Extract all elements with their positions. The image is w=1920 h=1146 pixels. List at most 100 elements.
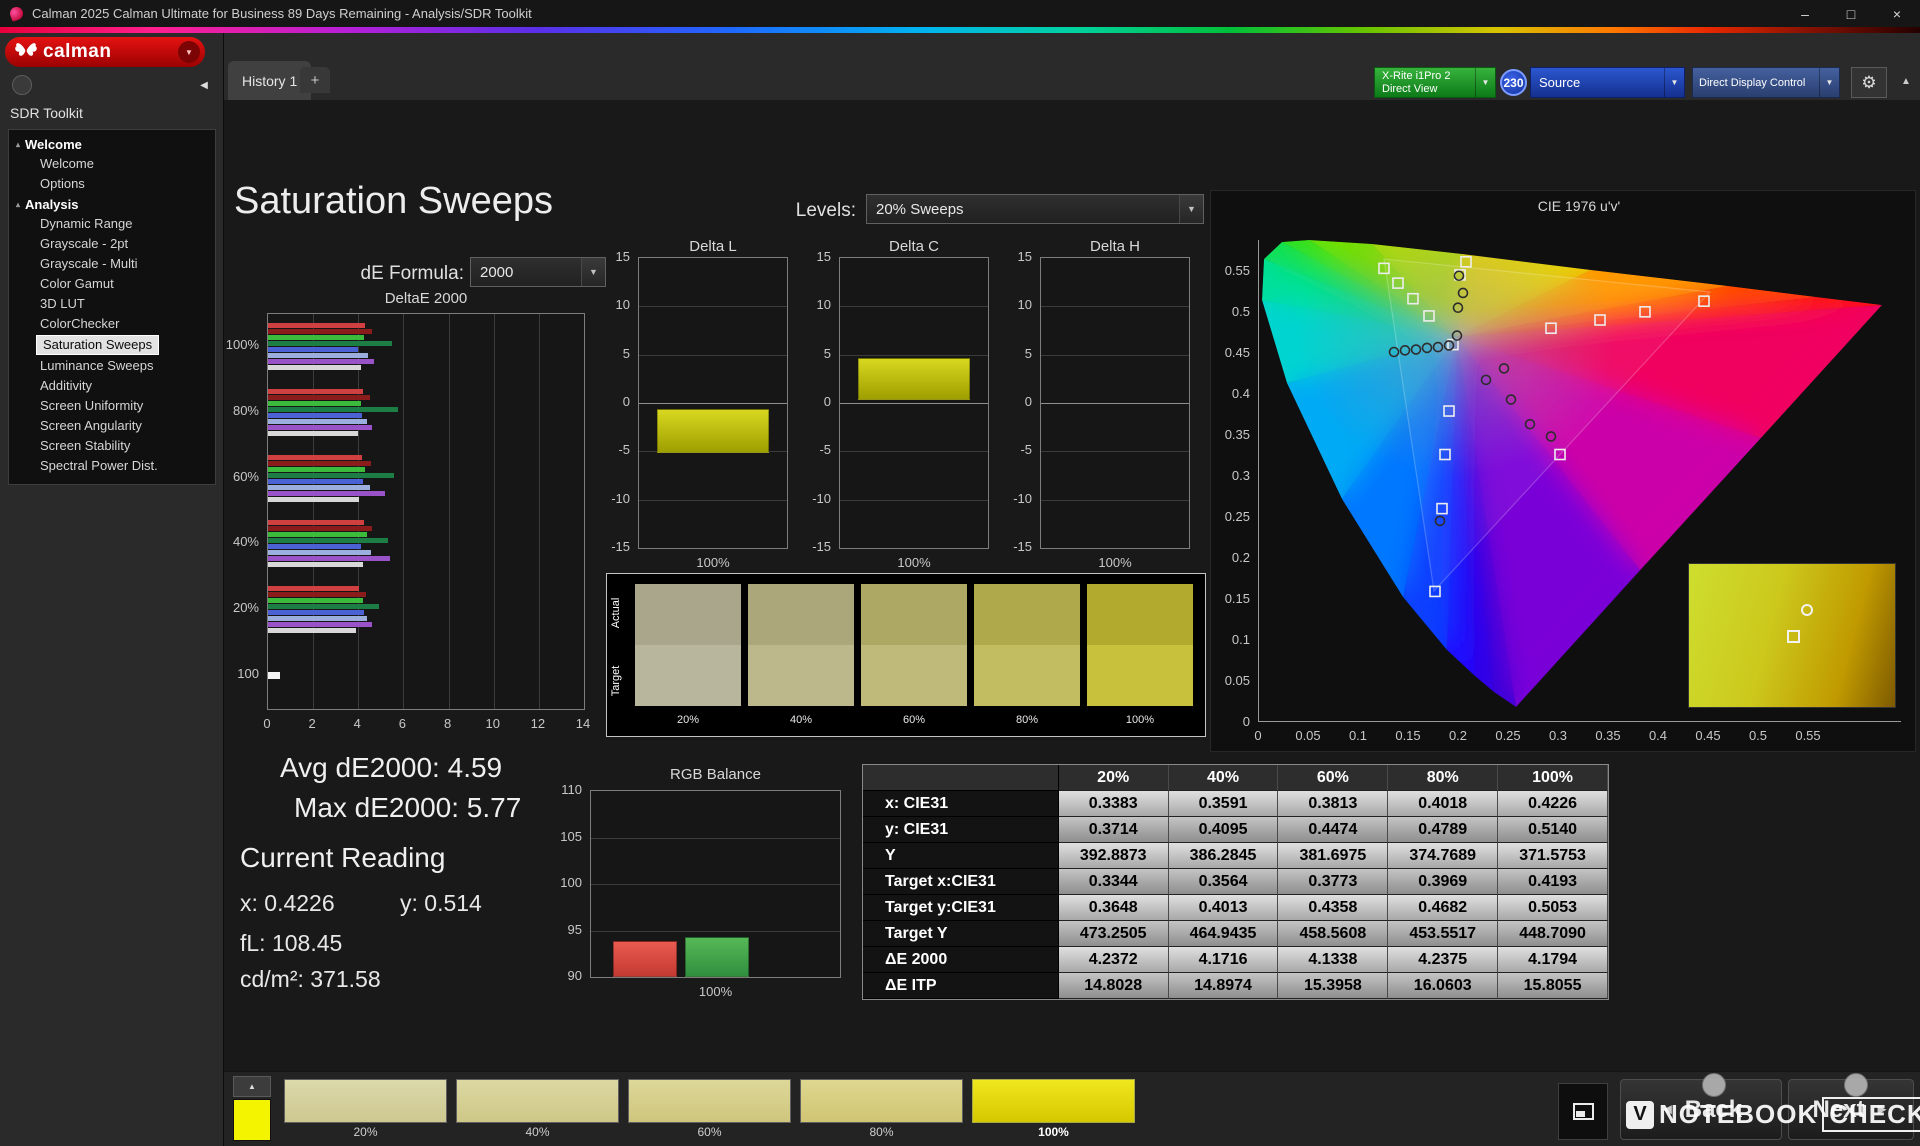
sidebar-item-saturation-sweeps[interactable]: Saturation Sweeps	[36, 335, 160, 355]
delta-l-xlabel: 100%	[696, 555, 730, 570]
level-button-100[interactable]: 100%	[972, 1079, 1135, 1139]
sidebar-item-3d-lut[interactable]: 3D LUT	[9, 294, 215, 314]
meter-dropdown[interactable]: X-Rite i1Pro 2 Direct View ▼	[1374, 67, 1496, 98]
chevron-down-icon: ▼	[1475, 68, 1495, 97]
bar	[268, 532, 368, 538]
sidebar-item-screen-uniformity[interactable]: Screen Uniformity	[9, 396, 215, 416]
level-selector: 20% 40% 60% 80% 100%	[284, 1079, 1135, 1139]
table-corner-cell	[863, 765, 1059, 791]
sidebar-item-screen-stability[interactable]: Screen Stability	[9, 436, 215, 456]
current-reading-cd: cd/m²: 371.58	[240, 966, 381, 992]
axis-tick-label: 0.45	[1695, 728, 1721, 743]
gridline	[840, 403, 988, 404]
table-cell: 16.0603	[1388, 973, 1499, 999]
actual-swatch	[1087, 584, 1193, 645]
tree-group-label[interactable]: ▴ Welcome	[9, 134, 215, 154]
delta-c-xlabel: 100%	[897, 555, 931, 570]
delta-l-title: Delta L	[689, 238, 737, 255]
gridline	[840, 499, 988, 501]
bar	[268, 586, 360, 592]
maximize-button[interactable]: □	[1828, 0, 1874, 27]
table-cell: 0.3591	[1168, 791, 1279, 817]
settings-button[interactable]: ⚙	[1851, 67, 1887, 98]
sidebar-item-options[interactable]: Options	[9, 174, 215, 194]
display-control-dropdown[interactable]: Direct Display Control ▼	[1692, 67, 1840, 98]
calman-logo-button[interactable]: calman ▼	[5, 37, 205, 67]
logo-menu-button[interactable]: ▼	[178, 41, 200, 63]
watermark-text-2: CHECK	[1822, 1097, 1920, 1132]
tab-history-1[interactable]: History 1	[228, 61, 312, 100]
level-label: 60%	[697, 1125, 722, 1139]
levels-dropdown[interactable]: 20% Sweeps ▼	[866, 194, 1204, 224]
level-swatch	[628, 1079, 791, 1123]
actual-swatch	[861, 584, 967, 645]
chevron-down-icon: ▼	[1664, 68, 1684, 97]
table-cell: 0.5140	[1498, 817, 1608, 843]
table-cell: 0.3813	[1278, 791, 1389, 817]
rgb-xlabel: 100%	[698, 984, 733, 999]
sidebar-item-welcome[interactable]: Welcome	[9, 154, 215, 174]
sidebar-collapse-button[interactable]: ◀	[195, 76, 213, 94]
gridline	[448, 314, 450, 709]
sidebar-item-colorchecker[interactable]: ColorChecker	[9, 314, 215, 334]
bar	[268, 328, 372, 334]
level-button-60[interactable]: 60%	[628, 1079, 791, 1139]
axis-tick-label: 8	[443, 716, 452, 731]
de-formula-dropdown[interactable]: 2000 ▼	[470, 257, 606, 287]
level-button-20[interactable]: 20%	[284, 1079, 447, 1139]
sidebar-item-spectral-power-dist[interactable]: Spectral Power Dist.	[9, 456, 215, 476]
minimize-button[interactable]: –	[1782, 0, 1828, 27]
info-button[interactable]	[12, 75, 32, 95]
level-button-40[interactable]: 40%	[456, 1079, 619, 1139]
bar	[268, 610, 364, 616]
window-controls: – □ ×	[1782, 0, 1920, 27]
axis-tick-label: 12	[530, 716, 546, 731]
titlebar: Calman 2025 Calman Ultimate for Business…	[0, 0, 1920, 27]
table-row: Y 392.8873 386.2845 381.6975 374.7689 371.575…	[863, 843, 1608, 869]
delta-c-plot	[839, 257, 989, 549]
table-cell: 4.1794	[1498, 947, 1608, 973]
add-tab-button[interactable]: +	[300, 67, 330, 93]
sidebar-item-luminance-sweeps[interactable]: Luminance Sweeps	[9, 356, 215, 376]
table-row: x: CIE31 0.3383 0.3591 0.3813 0.4018 0.4226	[863, 791, 1608, 817]
inset-target-point	[1787, 630, 1800, 643]
axis-tick-label: 14	[575, 716, 591, 731]
tree-group-label[interactable]: ▴ Analysis	[9, 194, 215, 214]
bar	[268, 550, 371, 556]
watermark-text-1: NOTEBOOK	[1659, 1099, 1818, 1129]
delta-h-plot	[1040, 257, 1190, 549]
axis-tick-label: 60%	[232, 468, 259, 484]
bar	[268, 526, 372, 532]
collapse-topbar-button[interactable]: ▲	[1896, 71, 1916, 91]
sidebar-item-grayscale-multi[interactable]: Grayscale - Multi	[9, 254, 215, 274]
bar	[268, 672, 281, 680]
table-cell: 381.6975	[1278, 843, 1389, 869]
target-swatch	[1087, 645, 1193, 706]
layout-button[interactable]	[1558, 1083, 1608, 1140]
table-cell: 4.2372	[1058, 947, 1169, 973]
bar	[268, 622, 372, 628]
axis-tick-label: 0.4	[1231, 386, 1250, 401]
sidebar-item-dynamic-range[interactable]: Dynamic Range	[9, 214, 215, 234]
axis-tick-label: 0.3	[1231, 468, 1250, 483]
close-button[interactable]: ×	[1874, 0, 1920, 27]
axis-tick-label: 0.1	[1231, 632, 1250, 647]
axis-tick-label: 0	[1254, 728, 1262, 743]
sidebar-item-screen-angularity[interactable]: Screen Angularity	[9, 416, 215, 436]
level-label: 80%	[869, 1125, 894, 1139]
axis-tick-label: 110	[561, 782, 582, 797]
sidebar-item-color-gamut[interactable]: Color Gamut	[9, 274, 215, 294]
sidebar-item-grayscale-2pt[interactable]: Grayscale - 2pt	[9, 234, 215, 254]
table-cell: 0.4018	[1388, 791, 1499, 817]
notebookcheck-logo-icon: V	[1626, 1100, 1654, 1129]
swatch-column: 20%	[635, 584, 741, 726]
tray-collapse-button[interactable]: ▲	[233, 1076, 271, 1097]
source-dropdown[interactable]: Source ▼	[1530, 67, 1685, 98]
deltae-plot	[267, 313, 585, 710]
delta-c-ylabels: 15 10 5 0 -5 -10 -15	[801, 249, 835, 557]
sidebar-item-additivity[interactable]: Additivity	[9, 376, 215, 396]
gridline	[639, 354, 787, 356]
level-label: 20%	[353, 1125, 378, 1139]
axis-tick-label: 15	[615, 249, 630, 264]
level-button-80[interactable]: 80%	[800, 1079, 963, 1139]
